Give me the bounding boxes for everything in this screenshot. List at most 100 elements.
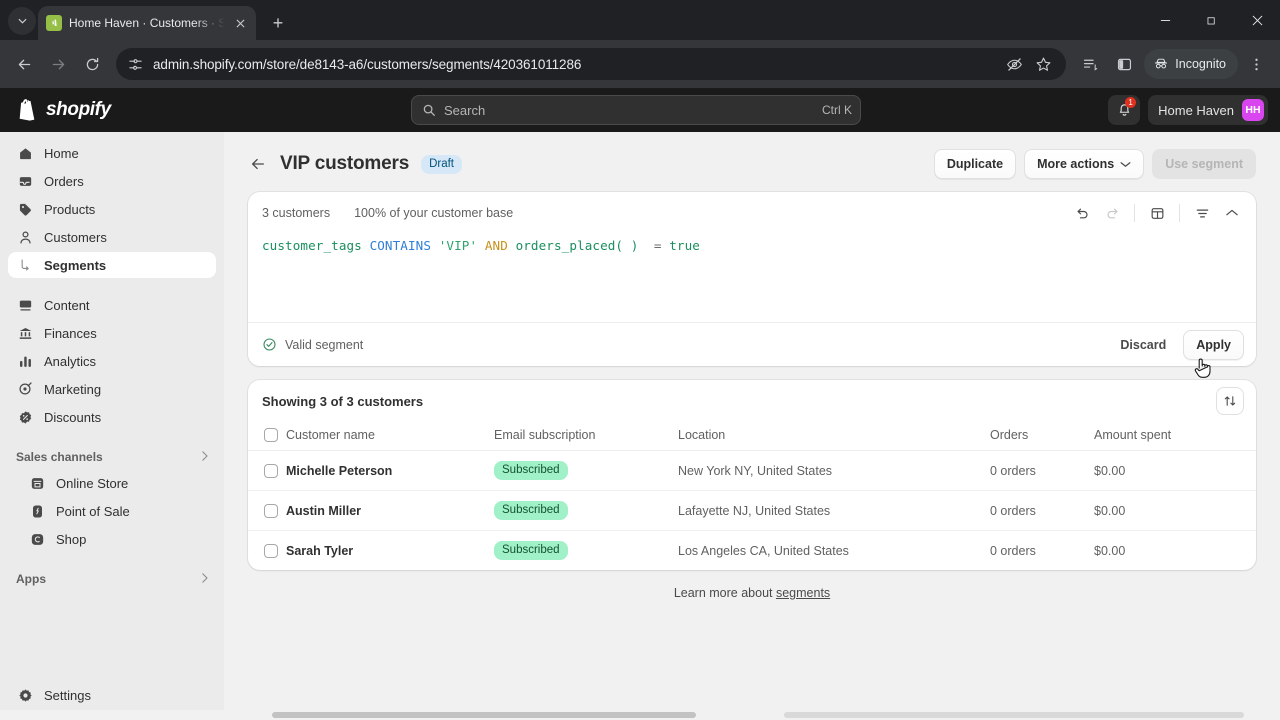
table-row[interactable]: Austin Miller Subscribed Lafayette NJ, U… xyxy=(248,490,1256,531)
query-code-editor[interactable]: customer_tags CONTAINS 'VIP' AND orders_… xyxy=(248,234,1256,322)
tab-strip: Home Haven · Customers · Sho + xyxy=(0,0,1280,40)
sidebar-item-shop[interactable]: Shop xyxy=(8,526,216,552)
bookmark-star-icon[interactable] xyxy=(1035,56,1052,73)
use-segment-button[interactable]: Use segment xyxy=(1152,149,1256,179)
cell-orders: 0 orders xyxy=(990,490,1094,531)
cell-orders: 0 orders xyxy=(990,543,1036,558)
cell-customer-name[interactable]: Michelle Peterson xyxy=(286,450,494,491)
select-all-cell xyxy=(248,422,286,451)
sidebar-item-finances[interactable]: Finances xyxy=(8,320,216,346)
sidebar-item-settings[interactable]: Settings xyxy=(8,682,216,708)
sidebar-divider-2 xyxy=(8,432,216,444)
row-checkbox[interactable] xyxy=(264,503,278,518)
scrollbar-thumb[interactable] xyxy=(272,712,696,718)
new-tab-button[interactable]: + xyxy=(264,9,292,37)
browser-tab[interactable]: Home Haven · Customers · Sho xyxy=(38,6,256,40)
maximize-icon[interactable] xyxy=(1188,0,1234,40)
sidebar-item-products[interactable]: Products xyxy=(8,196,216,222)
cell-customer-name[interactable]: Sarah Tyler xyxy=(286,531,494,571)
redo-icon[interactable] xyxy=(1098,199,1126,227)
select-all-checkbox[interactable] xyxy=(264,428,278,442)
reload-icon[interactable] xyxy=(76,48,108,80)
sidebar-item-analytics[interactable]: Analytics xyxy=(8,348,216,374)
store-menu-button[interactable]: Home Haven HH xyxy=(1148,95,1268,125)
column-header-email-subscription[interactable]: Email subscription xyxy=(494,422,678,451)
cell-customer-name[interactable]: Austin Miller xyxy=(286,490,494,531)
more-actions-button[interactable]: More actions xyxy=(1024,149,1145,179)
side-panel-icon[interactable] xyxy=(1108,48,1140,80)
sidebar-item-segments[interactable]: Segments xyxy=(8,252,216,278)
back-arrow-icon[interactable] xyxy=(248,154,268,174)
tracking-blocked-icon[interactable] xyxy=(1006,56,1023,73)
column-header-customer-name[interactable]: Customer name xyxy=(286,422,494,451)
kebab-menu-icon[interactable] xyxy=(1240,48,1272,80)
duplicate-button[interactable]: Duplicate xyxy=(933,149,1017,179)
minimize-icon[interactable] xyxy=(1142,0,1188,40)
row-checkbox[interactable] xyxy=(264,543,278,558)
apply-button[interactable]: Apply xyxy=(1183,329,1244,360)
back-icon[interactable] xyxy=(8,48,40,80)
code-token-operator: CONTAINS xyxy=(369,238,432,253)
sidebar-divider xyxy=(8,280,216,292)
query-card-footer: Valid segment Discard Apply xyxy=(248,322,1256,366)
cell-email-subscription: Subscribed xyxy=(494,531,678,571)
chart-icon xyxy=(16,352,34,370)
chevron-right-icon[interactable] xyxy=(201,450,208,464)
sidebar-section-apps[interactable]: Apps xyxy=(8,566,216,592)
sidebar-section-sales-channels[interactable]: Sales channels xyxy=(8,444,216,470)
search-placeholder: Search xyxy=(444,102,486,118)
close-icon[interactable] xyxy=(1234,0,1280,40)
filter-icon[interactable] xyxy=(1188,199,1216,227)
apply-label: Apply xyxy=(1196,337,1231,352)
table-row[interactable]: Sarah Tyler Subscribed Los Angeles CA, U… xyxy=(248,531,1256,571)
discard-button[interactable]: Discard xyxy=(1109,330,1177,360)
site-settings-icon[interactable] xyxy=(128,57,143,72)
home-icon xyxy=(16,144,34,162)
search-input[interactable]: Search Ctrl K xyxy=(411,95,861,125)
query-footer-actions: Discard Apply xyxy=(1109,329,1244,360)
more-actions-label: More actions xyxy=(1037,157,1115,171)
content-icon xyxy=(16,296,34,314)
sidebar-item-label: Orders xyxy=(44,173,84,189)
sidebar-item-content[interactable]: Content xyxy=(8,292,216,318)
column-header-amount-spent[interactable]: Amount spent xyxy=(1094,422,1256,451)
row-checkbox[interactable] xyxy=(264,463,278,478)
sidebar-section-label: Sales channels xyxy=(16,450,103,464)
sidebar-item-discounts[interactable]: Discounts xyxy=(8,404,216,430)
horizontal-scrollbar[interactable] xyxy=(0,710,1280,720)
validity-label: Valid segment xyxy=(285,337,364,352)
table-row[interactable]: Michelle Peterson Subscribed New York NY… xyxy=(248,450,1256,491)
chevron-right-icon[interactable] xyxy=(201,572,208,586)
column-header-orders[interactable]: Orders xyxy=(990,422,1094,451)
column-header-location[interactable]: Location xyxy=(678,422,990,451)
chevron-down-icon xyxy=(1120,161,1131,168)
incognito-profile-button[interactable]: Incognito xyxy=(1144,49,1238,79)
address-bar[interactable]: admin.shopify.com/store/de8143-a6/custom… xyxy=(116,48,1067,80)
sidebar-item-home[interactable]: Home xyxy=(8,140,216,166)
notifications-button[interactable]: 1 xyxy=(1108,95,1141,125)
query-editor-card: 3 customers 100% of your customer base c… xyxy=(248,192,1256,366)
search-shortcut: Ctrl K xyxy=(822,103,852,117)
undo-icon[interactable] xyxy=(1068,199,1096,227)
sidebar-item-customers[interactable]: Customers xyxy=(8,224,216,250)
collapse-chevron-icon[interactable] xyxy=(1218,199,1246,227)
forward-icon[interactable] xyxy=(42,48,74,80)
sidebar-item-label: Content xyxy=(44,297,90,313)
sidebar-item-orders[interactable]: Orders xyxy=(8,168,216,194)
page-title: VIP customers xyxy=(280,153,410,174)
sidebar-item-label: Products xyxy=(44,201,96,217)
close-icon[interactable] xyxy=(232,15,248,31)
sidebar-item-point-of-sale[interactable]: Point of Sale xyxy=(8,498,216,524)
segments-link[interactable]: segments xyxy=(776,586,830,600)
query-card-header: 3 customers 100% of your customer base xyxy=(248,192,1256,234)
sort-button[interactable] xyxy=(1216,387,1244,415)
sidebar-item-online-store[interactable]: Online Store xyxy=(8,470,216,496)
sidebar-item-label: Point of Sale xyxy=(56,503,130,519)
sidebar-item-marketing[interactable]: Marketing xyxy=(8,376,216,402)
scrollbar-track-segment[interactable] xyxy=(784,712,1244,718)
tab-search-chevron-icon[interactable] xyxy=(8,7,36,35)
reading-list-icon[interactable] xyxy=(1074,48,1106,80)
shopify-logo[interactable]: shopify xyxy=(12,98,202,122)
templates-icon[interactable] xyxy=(1143,199,1171,227)
status-badge: Subscribed xyxy=(494,461,568,480)
